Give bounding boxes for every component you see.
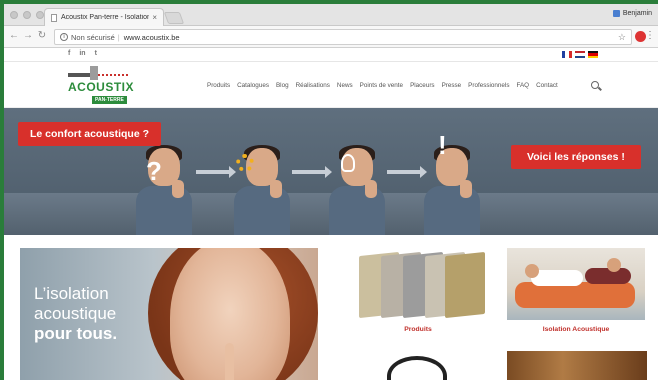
person-head [525, 264, 539, 278]
reload-icon[interactable]: ↻ [36, 30, 48, 41]
nav-item-points-de-vente[interactable]: Points de vente [360, 82, 403, 89]
headphones-thumbnail[interactable] [387, 356, 447, 380]
url-separator: | [117, 32, 120, 42]
gear-icon [236, 154, 254, 172]
question-mark-icon: ? [146, 156, 162, 186]
card-produits[interactable]: Produits [349, 248, 487, 333]
profile-name: Benjamin [622, 10, 652, 17]
nav-item-presse[interactable]: Presse [442, 82, 462, 89]
browser-tab[interactable]: Acoustix Pan-terre - Isolation × [44, 8, 164, 26]
hero-callout-answers[interactable]: Voici les réponses ! [511, 145, 641, 169]
card-produits-title[interactable]: Produits [349, 326, 487, 333]
facebook-icon[interactable]: f [68, 50, 70, 57]
url-text[interactable]: www.acoustix.be [124, 33, 180, 42]
profile-icon [612, 10, 620, 17]
linkedin-icon[interactable]: in [79, 50, 85, 57]
logo-brand: ACOUSTIX [68, 80, 135, 94]
nav-item-contact[interactable]: Contact [536, 82, 558, 89]
close-window-button[interactable] [10, 11, 18, 19]
tab-close-icon[interactable]: × [152, 13, 157, 22]
flag-nl-icon[interactable] [575, 51, 585, 58]
minimize-window-button[interactable] [23, 11, 31, 19]
hero-callout-question[interactable]: Le confort acoustique ? [18, 122, 162, 146]
card-isolation-image [507, 248, 645, 320]
security-status: Non sécurisé [71, 32, 115, 42]
logo-bar [68, 73, 90, 77]
maximize-window-button[interactable] [36, 11, 44, 19]
hero-arrow-icon [387, 166, 427, 178]
site-header: ACOUSTIX PAN-TERRE Produits Catalogues B… [4, 62, 658, 108]
feature-line-2: acoustique [34, 304, 117, 323]
browser-toolbar: ← → ↻ i Non sécurisé | www.acoustix.be ☆… [4, 26, 658, 48]
forward-arrow-icon[interactable]: → [22, 30, 34, 41]
tab-title: Acoustix Pan-terre - Isolation [61, 14, 150, 21]
profile-button[interactable]: Benjamin [612, 10, 652, 17]
nav-item-produits[interactable]: Produits [207, 82, 230, 89]
flag-de-icon[interactable] [588, 51, 598, 58]
social-links: f in t [68, 50, 97, 57]
tab-bar: Acoustix Pan-terre - Isolation × Benjami… [4, 4, 658, 26]
bookmark-star-icon[interactable]: ☆ [618, 32, 626, 43]
site-logo[interactable]: ACOUSTIX PAN-TERRE [68, 66, 134, 106]
browser-window: Acoustix Pan-terre - Isolation × Benjami… [4, 4, 658, 380]
nav-item-catalogues[interactable]: Catalogues [237, 82, 269, 89]
card-produits-image [349, 248, 487, 320]
twitter-icon[interactable]: t [95, 50, 97, 57]
nav-item-professionnels[interactable]: Professionnels [468, 82, 509, 89]
new-tab-button[interactable] [163, 12, 185, 24]
person-head [607, 258, 621, 272]
hero-banner[interactable]: ? ! Le confort acoustique ? Voici les ré… [4, 108, 658, 235]
main-nav: Produits Catalogues Blog Réalisations Ne… [207, 82, 558, 89]
exclamation-icon: ! [438, 130, 447, 160]
window-controls [10, 11, 44, 19]
person-shape [585, 268, 631, 284]
language-switcher [562, 51, 598, 58]
hero-person-3 [327, 145, 387, 235]
card-isolation-acoustique[interactable]: Isolation Acoustique [507, 248, 645, 333]
nav-item-placeurs[interactable]: Placeurs [410, 82, 435, 89]
nav-item-news[interactable]: News [337, 82, 353, 89]
flag-fr-icon[interactable] [562, 51, 572, 58]
feature-banner[interactable]: L’isolation acoustique pour tous. [20, 248, 318, 380]
feature-line-1: L’isolation [34, 284, 109, 303]
lightbulb-icon [341, 154, 355, 172]
nav-item-realisations[interactable]: Réalisations [296, 82, 330, 89]
page-icon [51, 13, 57, 22]
wood-frame-thumbnail[interactable] [507, 351, 647, 380]
logo-block [90, 66, 98, 80]
back-arrow-icon[interactable]: ← [8, 30, 20, 41]
address-bar[interactable]: i Non sécurisé | www.acoustix.be ☆ [54, 29, 632, 45]
card-isolation-title[interactable]: Isolation Acoustique [507, 326, 645, 333]
feature-finger [225, 343, 234, 380]
logo-sub: PAN-TERRE [92, 96, 127, 104]
hero-arrow-icon [292, 166, 332, 178]
search-icon[interactable] [591, 81, 599, 89]
nav-item-blog[interactable]: Blog [276, 82, 289, 89]
hero-arrow-icon [196, 166, 236, 178]
site-top-strip: f in t [4, 48, 658, 62]
logo-dots [98, 74, 128, 76]
hero-person-1 [134, 145, 194, 235]
feature-line-3: pour tous. [34, 324, 118, 343]
nav-item-faq[interactable]: FAQ [516, 82, 529, 89]
browser-menu-icon[interactable]: ⋮ [645, 30, 655, 41]
feature-headline: L’isolation acoustique pour tous. [34, 284, 117, 344]
panel-sample [445, 251, 485, 319]
info-icon[interactable]: i [60, 33, 68, 41]
hero-person-4 [422, 145, 482, 235]
